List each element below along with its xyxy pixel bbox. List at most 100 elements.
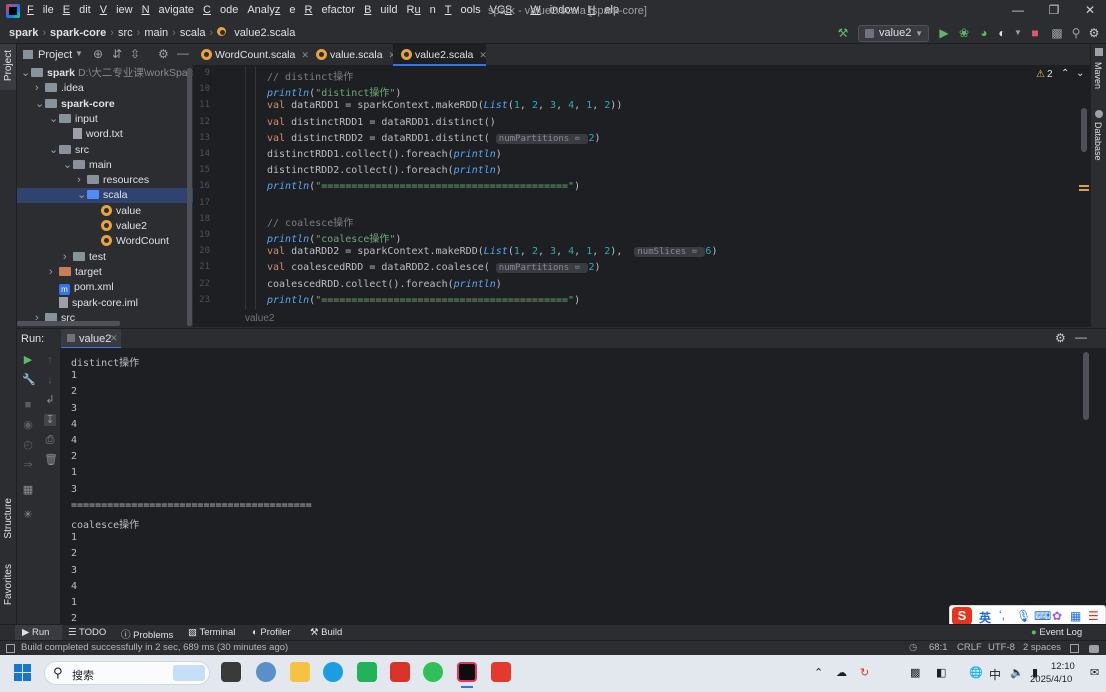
tree-item[interactable]: › .idea xyxy=(17,81,193,96)
menu-item-edit[interactable]: Edit xyxy=(63,4,91,16)
soft-wrap-icon[interactable]: ↲ xyxy=(44,394,56,406)
project-structure-icon[interactable]: ▩ xyxy=(1050,26,1064,40)
cloud-sync-icon[interactable]: ☁ xyxy=(836,666,847,679)
code-line[interactable]: distinctRDD1.collect().foreach(println) xyxy=(267,149,502,160)
restore-layout-icon[interactable]: ◴ xyxy=(22,439,34,451)
close-icon[interactable]: ✕ xyxy=(1082,3,1098,19)
problems-tool-button[interactable]: ⓘ Problems xyxy=(121,627,173,641)
options-gear-icon[interactable]: ⚙ xyxy=(158,47,169,61)
menu-item-navigate[interactable]: Navigate xyxy=(142,4,194,16)
search-everywhere-icon[interactable]: ⚲ xyxy=(1069,26,1083,40)
database-tool-button[interactable]: Database xyxy=(1093,122,1103,161)
notification-icon[interactable]: ✉ xyxy=(1090,666,1099,679)
warning-stripe-marker[interactable] xyxy=(1079,189,1089,191)
code-line[interactable]: val dataRDD2 = sparkContext.makeRDD(List… xyxy=(267,246,717,258)
indent-setting[interactable]: 2 spaces xyxy=(1023,642,1061,653)
dump-threads-camera-icon[interactable]: ◉ xyxy=(22,419,34,431)
tree-item[interactable]: ⌄ spark-core xyxy=(17,97,193,112)
wps-writer-icon[interactable] xyxy=(390,662,410,682)
build-tool-button[interactable]: ⚒ Build xyxy=(310,627,342,638)
stop-icon[interactable]: ■ xyxy=(1028,26,1042,40)
code-line[interactable]: println("===============================… xyxy=(267,295,580,306)
taskbar-search-input[interactable]: ⚲ 搜索 xyxy=(44,661,210,685)
menu-item-refactor[interactable]: Refactor xyxy=(304,4,355,16)
wps-office-icon[interactable] xyxy=(491,662,511,682)
wechat-icon[interactable] xyxy=(423,662,443,682)
voice-mic-icon[interactable]: 🎙 xyxy=(1016,609,1031,623)
code-editor[interactable]: 9 10 11 12 13 14 15 16 17 18 19 20 21 22 23 // distinc… xyxy=(193,66,1090,310)
tree-horizontal-scrollbar[interactable] xyxy=(17,321,120,326)
expand-all-icon[interactable]: ⇵ xyxy=(112,47,122,61)
pin-tab-icon[interactable]: ✳ xyxy=(22,509,34,521)
tree-scrollbar[interactable] xyxy=(187,68,192,326)
tree-item[interactable]: ⌄ scala xyxy=(17,188,193,204)
status-message[interactable]: Build completed successfully in 2 sec, 6… xyxy=(21,642,288,653)
tray-expand-chevron-icon[interactable]: ⌃ xyxy=(814,666,823,679)
tree-item[interactable]: value xyxy=(17,204,193,219)
clock-time[interactable]: 12:10 xyxy=(1051,661,1075,672)
menu-item-tools[interactable]: Tools xyxy=(445,4,481,16)
tree-item[interactable]: ⌄ spark D:\大二专业课\workSpace\ xyxy=(17,66,202,81)
exit-icon[interactable]: ⇒ xyxy=(22,459,34,471)
code-line[interactable]: println("coalesce操作") xyxy=(267,230,401,245)
warning-stripe-marker[interactable] xyxy=(1079,185,1089,187)
intellij-logo-icon[interactable] xyxy=(6,4,20,18)
breadcrumb-item[interactable]: main xyxy=(144,27,168,39)
project-view-title[interactable]: Project xyxy=(38,49,72,61)
tab-wordcount[interactable]: WordCount.scala ✕ xyxy=(193,44,309,66)
next-highlight-icon[interactable]: ⌄ xyxy=(1076,68,1084,79)
tree-item[interactable]: ⌄ src xyxy=(17,143,193,158)
volume-icon[interactable]: 🔈 xyxy=(1010,666,1024,679)
tree-item[interactable]: spark-core.iml xyxy=(17,296,193,311)
rerun-icon[interactable]: ▶ xyxy=(22,354,34,366)
menu-item-build[interactable]: Build xyxy=(364,4,397,16)
favorites-tool-button[interactable]: Favorites xyxy=(3,564,14,605)
tree-item[interactable]: › test xyxy=(17,250,193,265)
minimize-icon[interactable]: — xyxy=(1010,3,1026,19)
line-separator[interactable]: CRLF xyxy=(957,642,982,653)
network-icon[interactable]: 🌐 xyxy=(969,666,983,679)
tab-value[interactable]: value.scala✕ xyxy=(308,44,396,66)
ime-menu-icon[interactable]: ☰ xyxy=(1088,609,1099,623)
menu-item-analyze[interactable]: Analyz e xyxy=(247,4,295,16)
structure-tool-button[interactable]: Structure xyxy=(3,498,14,539)
code-line[interactable]: val dataRDD1 = sparkContext.makeRDD(List… xyxy=(267,100,622,111)
build-hammer-icon[interactable]: ⚒ xyxy=(836,26,850,40)
settings-app-icon[interactable] xyxy=(256,662,276,682)
profiler-tool-button[interactable]: ◐ Profiler xyxy=(252,627,290,638)
terminal-tool-button[interactable]: ▧ Terminal xyxy=(188,627,235,638)
event-log-button[interactable]: ● Event Log xyxy=(1031,627,1082,638)
editor-breadcrumb[interactable]: value2 xyxy=(193,310,1090,327)
maven-tool-button[interactable]: Maven xyxy=(1093,62,1103,89)
hide-panel-icon[interactable]: — xyxy=(177,46,189,60)
tree-item[interactable]: m pom.xml xyxy=(17,280,193,296)
input-language-indicator[interactable]: 中 xyxy=(989,666,1001,683)
breadcrumb-item[interactable]: spark-core xyxy=(50,27,106,39)
code-line[interactable]: println("distinct操作") xyxy=(267,84,401,99)
close-tab-icon[interactable]: ✕ xyxy=(110,333,118,344)
tree-item[interactable]: WordCount xyxy=(17,234,193,249)
profiler-icon[interactable]: ◐ xyxy=(995,26,1009,40)
restore-icon[interactable]: ❐ xyxy=(1046,3,1062,19)
run-tab-value2[interactable]: value2 ✕ xyxy=(61,329,121,349)
modify-config-wrench-icon[interactable]: 🔧 xyxy=(22,374,36,386)
file-explorer-icon[interactable] xyxy=(290,662,310,682)
breadcrumb-item[interactable]: src xyxy=(118,27,133,39)
menu-item-file[interactable]: File xyxy=(27,4,54,16)
tree-item[interactable]: ⌄ main xyxy=(17,158,193,173)
debug-icon[interactable]: ❀ xyxy=(957,26,971,40)
coverage-icon[interactable]: ◕ xyxy=(977,26,991,40)
down-arrow-icon[interactable]: ↓ xyxy=(44,374,56,386)
run-icon[interactable]: ▶ xyxy=(937,26,951,40)
code-line[interactable]: // coalesce操作 xyxy=(267,214,353,229)
skin-icon[interactable]: ✿ xyxy=(1052,609,1062,623)
tree-item[interactable]: word.txt xyxy=(17,127,193,142)
windows-start-icon[interactable] xyxy=(14,664,31,681)
layout-grid-icon[interactable]: ▦ xyxy=(22,484,34,496)
settings-icon[interactable]: ⚙ xyxy=(1087,26,1101,40)
file-encoding[interactable]: UTF-8 xyxy=(988,642,1015,653)
more-run-chevron-icon[interactable]: ▼ xyxy=(1011,26,1025,40)
keyboard-icon[interactable]: ⌨ xyxy=(1034,609,1051,623)
task-view-icon[interactable] xyxy=(221,662,241,682)
console-output[interactable]: distinct操作 1 2 3 4 4 2 1 3 ======================… xyxy=(61,348,1083,624)
